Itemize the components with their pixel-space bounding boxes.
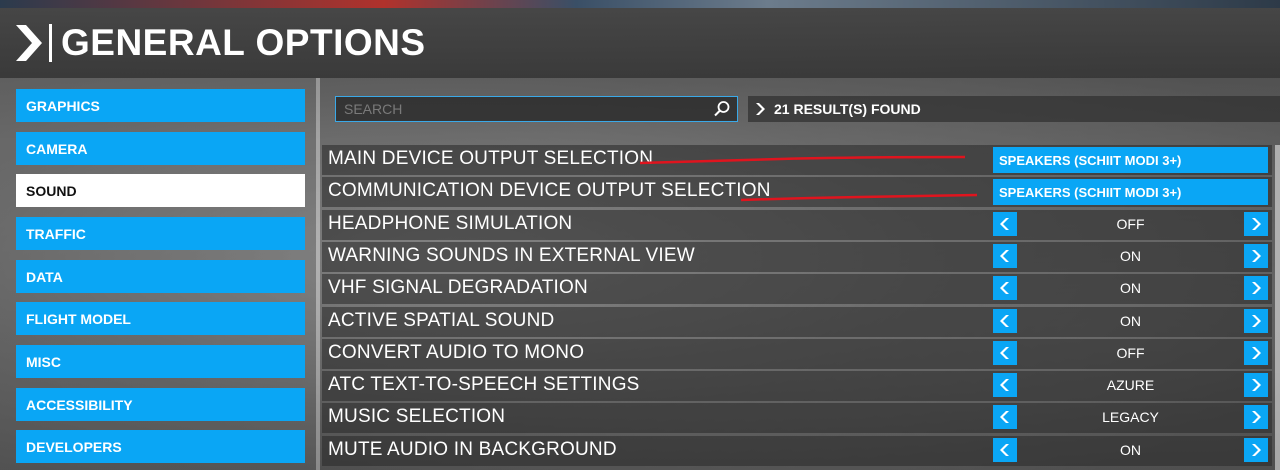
chevron-right-icon	[1252, 379, 1261, 391]
chevron-left-icon	[1000, 411, 1009, 423]
sidebar-item-traffic[interactable]: TRAFFIC	[16, 217, 305, 250]
sidebar-item-data[interactable]: DATA	[16, 260, 305, 293]
sidebar-item-accessibility[interactable]: ACCESSIBILITY	[16, 388, 305, 421]
chevron-right-icon	[1252, 250, 1261, 262]
chevron-left-icon	[1000, 379, 1009, 391]
setting-label: WARNING SOUNDS IN EXTERNAL VIEW	[328, 245, 695, 266]
setting-label: COMMUNICATION DEVICE OUTPUT SELECTION	[328, 180, 771, 201]
previous-option-button[interactable]	[993, 373, 1017, 397]
sidebar-item-flight-model[interactable]: FLIGHT MODEL	[16, 302, 305, 335]
chevron-left-icon	[1000, 250, 1009, 262]
option-value: ON	[1120, 313, 1141, 329]
next-option-button[interactable]	[1244, 405, 1268, 429]
next-option-button[interactable]	[1244, 244, 1268, 268]
setting-label: MAIN DEVICE OUTPUT SELECTION	[328, 148, 654, 169]
next-option-button[interactable]	[1244, 341, 1268, 365]
option-value: OFF	[1116, 216, 1145, 232]
sidebar-item-sound[interactable]: SOUND	[16, 174, 305, 207]
next-option-button[interactable]	[1244, 438, 1268, 462]
previous-option-button[interactable]	[993, 341, 1017, 365]
sidebar-item-camera[interactable]: CAMERA	[16, 132, 305, 165]
setting-label: CONVERT AUDIO TO MONO	[328, 342, 585, 363]
setting-label: MUSIC SELECTION	[328, 406, 506, 427]
header-divider	[49, 24, 52, 62]
setting-row-active-spatial-sound: ACTIVE SPATIAL SOUND ON	[322, 307, 1272, 337]
chevron-right-icon	[756, 103, 765, 115]
setting-row-warning-sounds: WARNING SOUNDS IN EXTERNAL VIEW ON	[322, 242, 1272, 272]
chevron-right-icon	[1252, 315, 1261, 327]
setting-row-vhf-signal: VHF SIGNAL DEGRADATION ON	[322, 274, 1272, 304]
setting-row-main-device-output: MAIN DEVICE OUTPUT SELECTION SPEAKERS (S…	[322, 145, 1272, 175]
previous-option-button[interactable]	[993, 309, 1017, 333]
search-box[interactable]	[335, 96, 738, 122]
setting-row-headphone-simulation: HEADPHONE SIMULATION OFF	[322, 210, 1272, 240]
next-option-button[interactable]	[1244, 373, 1268, 397]
setting-label: MUTE AUDIO IN BACKGROUND	[328, 439, 617, 460]
scrollbar[interactable]	[1275, 145, 1280, 470]
sidebar: GRAPHICS CAMERA SOUND TRAFFIC DATA FLIGH…	[0, 78, 316, 470]
previous-option-button[interactable]	[993, 244, 1017, 268]
chevron-right-icon	[1252, 411, 1261, 423]
results-bar: 21 RESULT(S) FOUND	[748, 96, 1280, 122]
chevron-left-icon	[1000, 218, 1009, 230]
option-value: ON	[1120, 248, 1141, 264]
setting-row-music-selection: MUSIC SELECTION LEGACY	[322, 403, 1272, 433]
page-header: GENERAL OPTIONS	[0, 8, 1280, 78]
option-value: LEGACY	[1102, 409, 1159, 425]
setting-row-communication-device-output: COMMUNICATION DEVICE OUTPUT SELECTION SP…	[322, 177, 1272, 207]
option-value: OFF	[1116, 345, 1145, 361]
setting-label: ACTIVE SPATIAL SOUND	[328, 310, 555, 331]
previous-option-button[interactable]	[993, 438, 1017, 462]
setting-row-mute-audio-background: MUTE AUDIO IN BACKGROUND ON	[322, 436, 1272, 466]
chevron-left-icon	[1000, 282, 1009, 294]
setting-label: HEADPHONE SIMULATION	[328, 213, 573, 234]
previous-option-button[interactable]	[993, 405, 1017, 429]
next-option-button[interactable]	[1244, 276, 1268, 300]
chevron-left-icon	[1000, 444, 1009, 456]
setting-row-convert-audio-mono: CONVERT AUDIO TO MONO OFF	[322, 339, 1272, 369]
chevron-left-icon	[1000, 315, 1009, 327]
results-count: 21 RESULT(S) FOUND	[774, 101, 921, 117]
communication-device-output-dropdown[interactable]: SPEAKERS (SCHIIT MODI 3+)	[993, 179, 1268, 205]
chevron-right-icon	[1252, 282, 1261, 294]
option-value: ON	[1120, 280, 1141, 296]
option-value: ON	[1120, 442, 1141, 458]
page-title: GENERAL OPTIONS	[61, 22, 426, 63]
chevron-right-icon	[1252, 218, 1261, 230]
next-option-button[interactable]	[1244, 309, 1268, 333]
search-icon[interactable]	[713, 100, 731, 118]
previous-option-button[interactable]	[993, 276, 1017, 300]
sidebar-item-developers[interactable]: DEVELOPERS	[16, 430, 305, 463]
sidebar-item-misc[interactable]: MISC	[16, 345, 305, 378]
background-strip	[0, 0, 1280, 8]
search-input[interactable]	[344, 100, 704, 118]
setting-label: VHF SIGNAL DEGRADATION	[328, 277, 588, 298]
previous-option-button[interactable]	[993, 212, 1017, 236]
chevron-right-icon	[1252, 347, 1261, 359]
main-device-output-dropdown[interactable]: SPEAKERS (SCHIIT MODI 3+)	[993, 147, 1268, 173]
chevron-right-icon	[1252, 444, 1261, 456]
setting-row-atc-text-to-speech: ATC TEXT-TO-SPEECH SETTINGS AZURE	[322, 371, 1272, 401]
chevron-left-icon	[1000, 347, 1009, 359]
next-option-button[interactable]	[1244, 212, 1268, 236]
setting-label: ATC TEXT-TO-SPEECH SETTINGS	[328, 374, 640, 395]
chevron-right-icon	[16, 25, 42, 61]
sidebar-item-graphics[interactable]: GRAPHICS	[16, 89, 305, 122]
option-value: AZURE	[1106, 377, 1155, 393]
